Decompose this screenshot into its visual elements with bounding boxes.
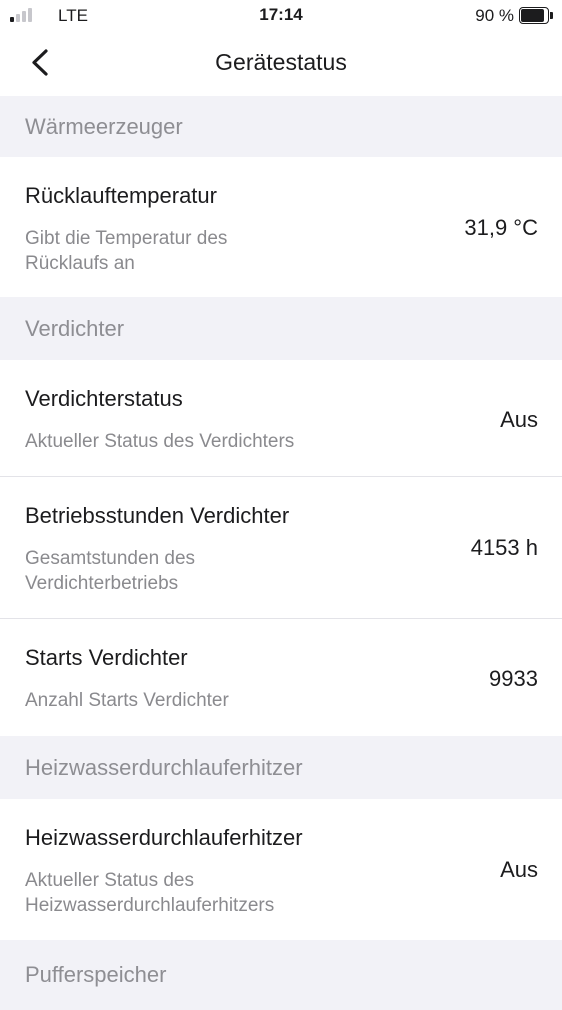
section-header: Heizwasserdurchlauferhitzer — [0, 736, 562, 799]
row-value: Aus — [500, 407, 538, 432]
row-title: Starts Verdichter — [25, 645, 188, 670]
row-title: Rücklauftemperatur — [25, 183, 217, 208]
navigation-bar: Gerätestatus — [0, 32, 562, 96]
list-item: Starts Verdichter Anzahl Starts Verdicht… — [0, 619, 562, 736]
row-description-line: Gibt die Temperatur des — [25, 228, 228, 249]
row-description-line: Heizwasserdurchlauferhitzers — [25, 895, 275, 916]
row-description-line: Anzahl Starts Verdichter — [25, 690, 229, 711]
row-description-line: Aktueller Status des — [25, 870, 194, 891]
row-title: Heizwasserdurchlauferhitzer — [25, 825, 303, 850]
list-item: Heizwasserdurchlauferhitzer Aktueller St… — [0, 799, 562, 940]
list-item: Betriebsstunden Verdichter Gesamtstunden… — [0, 477, 562, 619]
row-description-line: Aktueller Status des Verdichters — [25, 431, 295, 452]
row-description: Gibt die Temperatur des Rücklaufs an — [25, 226, 325, 276]
row-value: 9933 — [489, 666, 538, 691]
battery-fill — [521, 9, 545, 22]
row-description-line: Rücklaufs an — [25, 253, 135, 274]
row-value: 4153 h — [470, 535, 538, 560]
row-title: Verdichterstatus — [25, 386, 183, 411]
row-value: Aus — [500, 857, 538, 882]
row-description: Aktueller Status des Verdichters — [25, 429, 425, 454]
row-value: 31,9 °C — [464, 215, 538, 240]
row-description-line: Gesamtstunden des — [25, 548, 196, 569]
battery-icon — [519, 7, 553, 24]
row-description: Aktueller Status des Heizwasserdurchlauf… — [25, 868, 425, 918]
battery-percentage: 90 % — [475, 6, 514, 25]
section-header: Wärmeerzeuger — [0, 96, 562, 157]
list-item: Verdichterstatus Aktueller Status des Ve… — [0, 360, 562, 477]
row-title: Betriebsstunden Verdichter — [25, 503, 290, 528]
status-list: Wärmeerzeuger Rücklauftemperatur Gibt di… — [0, 96, 562, 1010]
row-description: Anzahl Starts Verdichter — [25, 688, 425, 713]
list-item: Rücklauftemperatur Gibt die Temperatur d… — [0, 157, 562, 297]
status-bar: LTE 17:14 90 % — [0, 0, 562, 32]
section-header: Verdichter — [0, 297, 562, 360]
page-title: Gerätestatus — [215, 49, 347, 75]
row-description-line: Verdichterbetriebs — [25, 573, 179, 594]
section-header: Pufferspeicher — [0, 940, 562, 1010]
row-description: Gesamtstunden des Verdichterbetriebs — [25, 546, 325, 596]
